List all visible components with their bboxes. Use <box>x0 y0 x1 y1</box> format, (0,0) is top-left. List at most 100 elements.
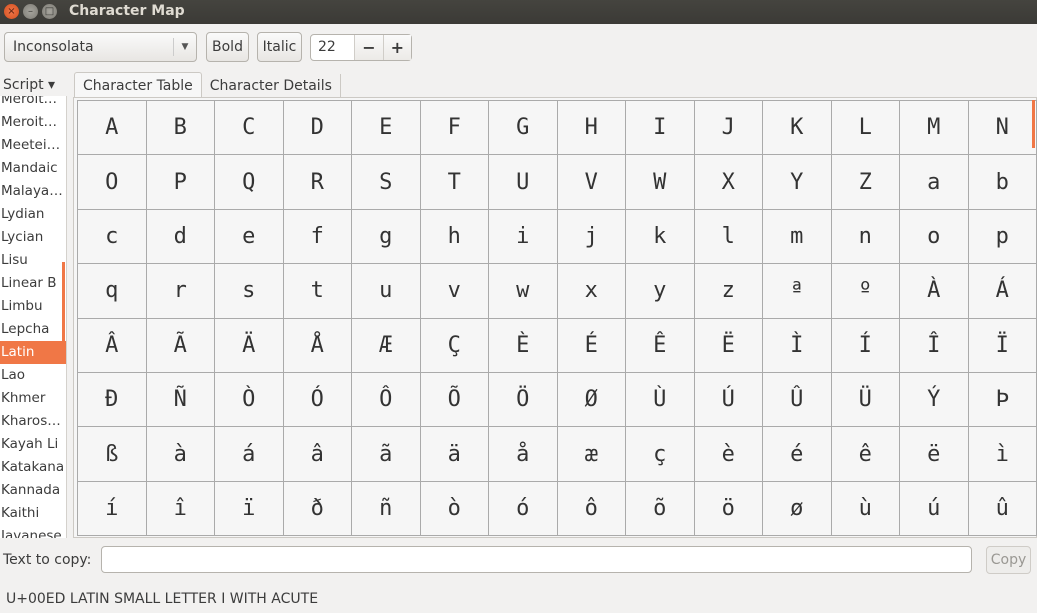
character-cell[interactable]: ê <box>831 427 900 482</box>
tab-character-details[interactable]: Character Details <box>201 74 341 98</box>
character-cell[interactable]: ï <box>215 481 284 537</box>
character-cell[interactable]: ß <box>78 427 147 482</box>
character-cell[interactable]: Û <box>763 372 832 428</box>
character-cell[interactable]: Î <box>900 318 969 373</box>
character-cell[interactable]: a <box>900 155 969 210</box>
character-cell[interactable]: º <box>831 264 900 319</box>
character-cell[interactable]: ò <box>420 481 489 537</box>
character-cell[interactable]: æ <box>557 427 626 482</box>
character-cell[interactable]: C <box>215 101 284 156</box>
character-cell[interactable]: ñ <box>352 481 421 537</box>
character-cell[interactable]: h <box>420 209 489 265</box>
character-cell[interactable]: d <box>146 209 215 265</box>
character-cell[interactable]: J <box>694 101 763 156</box>
script-item[interactable]: Lepcha <box>0 318 66 341</box>
character-cell[interactable]: x <box>557 264 626 319</box>
character-cell[interactable]: û <box>968 481 1037 537</box>
increase-button[interactable]: + <box>382 35 411 60</box>
text-to-copy-input[interactable] <box>101 546 972 573</box>
character-cell[interactable]: Ã <box>146 318 215 373</box>
character-cell[interactable]: m <box>763 209 832 265</box>
character-cell[interactable]: Ä <box>215 318 284 373</box>
script-item[interactable]: Meetei… <box>0 134 66 157</box>
character-cell[interactable]: ì <box>968 427 1037 482</box>
character-cell[interactable]: Ù <box>626 372 695 428</box>
character-cell[interactable]: Ú <box>694 372 763 428</box>
font-size-input[interactable]: 22 <box>311 35 354 60</box>
character-cell[interactable]: K <box>763 101 832 156</box>
character-cell[interactable]: M <box>900 101 969 156</box>
maximize-icon[interactable]: □ <box>42 4 57 19</box>
character-cell[interactable]: Q <box>215 155 284 210</box>
character-cell[interactable]: Ê <box>626 318 695 373</box>
character-cell[interactable]: R <box>283 155 352 210</box>
character-cell[interactable]: Ì <box>763 318 832 373</box>
character-cell[interactable]: F <box>420 101 489 156</box>
character-cell[interactable]: Æ <box>352 318 421 373</box>
script-item[interactable]: Linear B <box>0 272 66 295</box>
character-cell[interactable]: Ý <box>900 372 969 428</box>
character-cell[interactable]: Ð <box>78 372 147 428</box>
character-cell[interactable]: è <box>694 427 763 482</box>
character-cell[interactable]: D <box>283 101 352 156</box>
character-cell[interactable]: f <box>283 209 352 265</box>
script-item[interactable]: Mandaic <box>0 157 66 180</box>
character-cell[interactable]: o <box>900 209 969 265</box>
character-cell[interactable]: s <box>215 264 284 319</box>
script-item[interactable]: Khmer <box>0 387 66 410</box>
character-cell[interactable]: È <box>489 318 558 373</box>
character-cell[interactable]: W <box>626 155 695 210</box>
character-cell[interactable]: O <box>78 155 147 210</box>
character-cell[interactable]: w <box>489 264 558 319</box>
script-item[interactable]: Javanese <box>0 525 66 538</box>
character-cell[interactable]: É <box>557 318 626 373</box>
character-cell[interactable]: N <box>968 101 1037 156</box>
character-cell[interactable]: Y <box>763 155 832 210</box>
character-cell[interactable]: ø <box>763 481 832 537</box>
script-item[interactable]: Katakana <box>0 456 66 479</box>
script-item[interactable]: Lydian <box>0 203 66 226</box>
character-cell[interactable]: Â <box>78 318 147 373</box>
character-cell[interactable]: ö <box>694 481 763 537</box>
character-cell[interactable]: Z <box>831 155 900 210</box>
character-cell[interactable]: z <box>694 264 763 319</box>
character-cell[interactable]: Ô <box>352 372 421 428</box>
character-cell[interactable]: q <box>78 264 147 319</box>
character-cell[interactable]: ð <box>283 481 352 537</box>
character-cell[interactable]: Ë <box>694 318 763 373</box>
copy-button[interactable]: Copy <box>986 546 1031 574</box>
script-item[interactable]: Kannada <box>0 479 66 502</box>
character-cell[interactable]: é <box>763 427 832 482</box>
script-item[interactable]: Limbu <box>0 295 66 318</box>
character-cell[interactable]: ç <box>626 427 695 482</box>
character-cell[interactable]: G <box>489 101 558 156</box>
character-cell[interactable]: â <box>283 427 352 482</box>
character-cell[interactable]: Ö <box>489 372 558 428</box>
character-cell[interactable]: õ <box>626 481 695 537</box>
character-cell[interactable]: g <box>352 209 421 265</box>
character-cell[interactable]: b <box>968 155 1037 210</box>
character-cell[interactable]: I <box>626 101 695 156</box>
script-item[interactable]: Kayah Li <box>0 433 66 456</box>
character-cell[interactable]: p <box>968 209 1037 265</box>
character-cell[interactable]: Å <box>283 318 352 373</box>
character-cell[interactable]: á <box>215 427 284 482</box>
character-cell[interactable]: í <box>78 481 147 537</box>
character-cell[interactable]: å <box>489 427 558 482</box>
character-cell[interactable]: l <box>694 209 763 265</box>
script-item[interactable]: Malaya… <box>0 180 66 203</box>
character-cell[interactable]: U <box>489 155 558 210</box>
character-cell[interactable]: L <box>831 101 900 156</box>
character-cell[interactable]: Í <box>831 318 900 373</box>
font-size-stepper[interactable]: 22 − + <box>310 34 412 61</box>
character-cell[interactable]: ó <box>489 481 558 537</box>
font-selector[interactable]: Inconsolata ▼ <box>4 32 197 62</box>
character-cell[interactable]: t <box>283 264 352 319</box>
character-cell[interactable]: B <box>146 101 215 156</box>
minimize-icon[interactable]: – <box>23 4 38 19</box>
script-item[interactable]: Lao <box>0 364 66 387</box>
character-cell[interactable]: Ç <box>420 318 489 373</box>
script-item[interactable]: Meroit… <box>0 96 66 111</box>
character-cell[interactable]: T <box>420 155 489 210</box>
character-cell[interactable]: P <box>146 155 215 210</box>
